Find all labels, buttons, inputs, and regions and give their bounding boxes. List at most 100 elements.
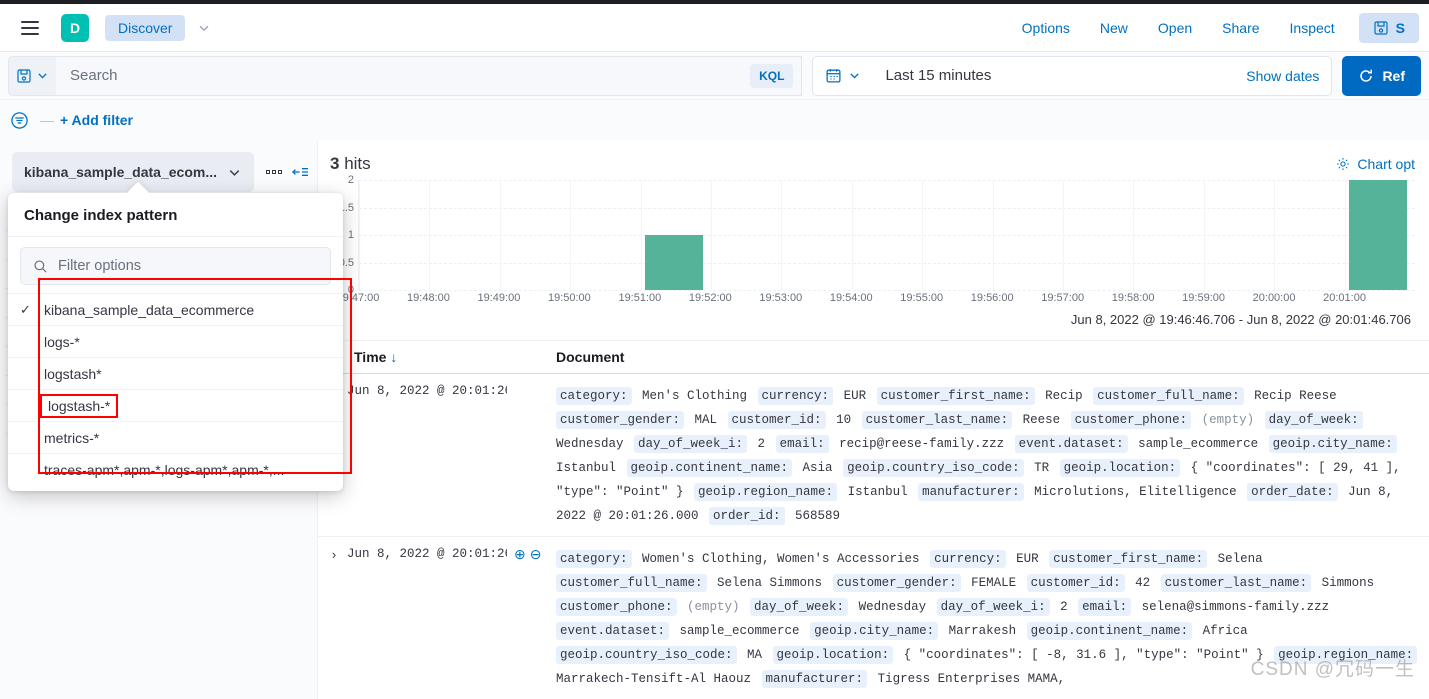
- doc-field-value: Istanbul: [840, 485, 916, 499]
- grid-line-vertical: [1274, 180, 1276, 290]
- grid-line-vertical: [851, 180, 853, 290]
- calendar-icon-button[interactable]: [825, 67, 871, 84]
- doc-field-key: geoip.continent_name:: [626, 459, 793, 477]
- search-field-wrapper: KQL: [56, 55, 803, 96]
- doc-field-value: Africa: [1195, 624, 1248, 638]
- index-pattern-options-list: ✓ kibana_sample_data_ecommerce logs-* logst…: [8, 293, 343, 491]
- doc-field-value: sample_ecommerce: [1130, 437, 1266, 451]
- expand-row-icon[interactable]: ›: [326, 547, 342, 562]
- x-tick-label: 19:54:00: [829, 292, 873, 304]
- refresh-button-label: Ref: [1382, 67, 1405, 84]
- kibana-discover-app: D Discover Options New Open Share Inspec…: [0, 0, 1429, 699]
- doc-field-value: TR: [1026, 461, 1057, 475]
- row-timestamp: Jun 8, 2022 @ 20:01:26: [347, 547, 507, 561]
- header-link-inspect[interactable]: Inspect: [1290, 20, 1335, 36]
- doc-field-value: Men's Clothing: [634, 389, 755, 403]
- filter-out-value-icon[interactable]: ⊖: [530, 547, 542, 561]
- filter-value-buttons: ⊕ ⊖: [514, 547, 541, 561]
- doc-field-key: category:: [556, 387, 632, 405]
- doc-field-key: customer_phone:: [1070, 411, 1192, 429]
- header-link-new[interactable]: New: [1100, 20, 1128, 36]
- grid-line-vertical: [992, 180, 994, 290]
- x-tick-label: 19:48:00: [407, 292, 450, 304]
- grid-line-vertical: [1063, 180, 1064, 290]
- header-link-open[interactable]: Open: [1158, 20, 1192, 36]
- grid-line-horizontal: [359, 180, 1415, 181]
- grid-line-vertical: [359, 180, 360, 290]
- row-time-cell: Jun 8, 2022 @ 20:01:26.000: [318, 384, 556, 528]
- refresh-button[interactable]: Ref: [1342, 55, 1421, 96]
- x-tick-label: 20:01:00: [1323, 292, 1366, 304]
- doc-field-key: customer_gender:: [832, 574, 961, 592]
- doc-field-value: (empty): [679, 600, 748, 614]
- hits-count-label: 3 hits: [330, 154, 371, 174]
- breadcrumb-discover[interactable]: Discover: [105, 14, 186, 41]
- field-options-icon[interactable]: [266, 170, 282, 174]
- x-tick-label: 19:52:00: [688, 292, 732, 304]
- doc-field-value: 2: [1052, 600, 1076, 614]
- doc-field-key: manufacturer:: [918, 483, 1024, 501]
- space-avatar[interactable]: D: [61, 13, 89, 42]
- add-filter-button[interactable]: + Add filter: [60, 112, 133, 128]
- query-bar: KQL Last 15 minutes Show dates: [0, 52, 1429, 100]
- doc-field-value: recip@reese-family.zzz: [831, 437, 1012, 451]
- save-button[interactable]: S: [1358, 12, 1419, 43]
- doc-field-key: day_of_week_i:: [634, 435, 748, 453]
- sort-desc-icon[interactable]: ↓: [390, 349, 397, 365]
- index-pattern-option[interactable]: logstash*: [8, 357, 343, 389]
- doc-field-value: 2: [750, 437, 773, 451]
- histogram-bar[interactable]: [644, 235, 703, 290]
- grid-line-vertical: [570, 180, 572, 290]
- x-tick-label: 19:55:00: [900, 292, 944, 304]
- table-row[interactable]: › Jun 8, 2022 @ 20:01:26 ⊕ ⊖ category: Women…: [318, 537, 1429, 699]
- index-pattern-option[interactable]: metrics-*: [8, 421, 343, 453]
- histogram-chart[interactable]: 0 0.5 1 1.5 2 19:47:00 19:48:00 19:49:00 19:50:…: [328, 174, 1415, 330]
- column-header-time[interactable]: Time ↓: [318, 349, 556, 365]
- doc-field-key: geoip.country_iso_code:: [843, 459, 1024, 477]
- doc-field-key: category:: [556, 550, 632, 568]
- doc-field-key: geoip.country_iso_code:: [556, 646, 737, 664]
- doc-field-value: Marrakesh: [941, 624, 1024, 638]
- doc-field-key: customer_id:: [727, 411, 826, 429]
- collapse-sidebar-icon[interactable]: [292, 164, 309, 180]
- doc-field-value: { "coordinates": [ -8, 31.6 ], "type": "…: [896, 648, 1272, 662]
- y-tick-label: 1: [347, 229, 354, 241]
- doc-field-key: customer_phone:: [556, 598, 677, 616]
- index-pattern-option[interactable]: ✓ kibana_sample_data_ecommerce: [8, 293, 343, 325]
- show-dates-button[interactable]: Show dates: [1246, 68, 1319, 84]
- global-header: D Discover Options New Open Share Inspec…: [0, 4, 1429, 52]
- grid-line-vertical: [640, 180, 642, 290]
- index-pattern-option[interactable]: logs-*: [8, 325, 343, 357]
- doc-field-key: geoip.continent_name:: [1026, 622, 1193, 640]
- grid-line-vertical: [781, 180, 783, 290]
- histogram-bar[interactable]: [1348, 180, 1407, 290]
- filter-for-value-icon[interactable]: ⊕: [514, 547, 526, 561]
- index-pattern-option[interactable]: traces-apm*,apm-*,logs-apm*,apm-*,...: [8, 453, 343, 485]
- chart-options-button[interactable]: Chart opt: [1336, 156, 1415, 172]
- search-input[interactable]: [70, 67, 751, 84]
- row-document-cell: category: Women's Clothing, Women's Acce…: [556, 547, 1429, 691]
- saved-query-button[interactable]: [8, 55, 56, 96]
- table-row[interactable]: Jun 8, 2022 @ 20:01:26.000 category: Men'…: [318, 374, 1429, 537]
- refresh-icon: [1358, 68, 1374, 84]
- doc-field-value: Women's Clothing, Women's Accessories: [634, 552, 928, 566]
- query-language-badge[interactable]: KQL: [750, 63, 794, 88]
- chevron-down-icon[interactable]: [197, 21, 211, 35]
- header-link-share[interactable]: Share: [1222, 20, 1259, 36]
- x-tick-label: 19:50:00: [547, 292, 591, 304]
- doc-field-key: customer_first_name:: [1049, 550, 1208, 568]
- index-pattern-option-label: logs-*: [44, 333, 80, 350]
- filter-options-input[interactable]: [58, 258, 318, 274]
- header-link-options[interactable]: Options: [1022, 20, 1070, 36]
- filter-icon[interactable]: [4, 105, 34, 135]
- doc-field-value: MAL: [687, 413, 725, 427]
- doc-field-key: customer_last_name:: [861, 411, 1013, 429]
- date-range-value[interactable]: Last 15 minutes: [885, 67, 1246, 84]
- grid-line-horizontal: [359, 207, 1415, 209]
- menu-hamburger-icon[interactable]: [15, 13, 45, 43]
- column-header-time-label: Time: [354, 349, 387, 365]
- index-pattern-option[interactable]: logstash-*: [8, 389, 343, 421]
- doc-field-key: event.dataset:: [1014, 435, 1128, 453]
- y-tick-label: 2: [347, 174, 354, 186]
- gear-icon: [1336, 157, 1350, 171]
